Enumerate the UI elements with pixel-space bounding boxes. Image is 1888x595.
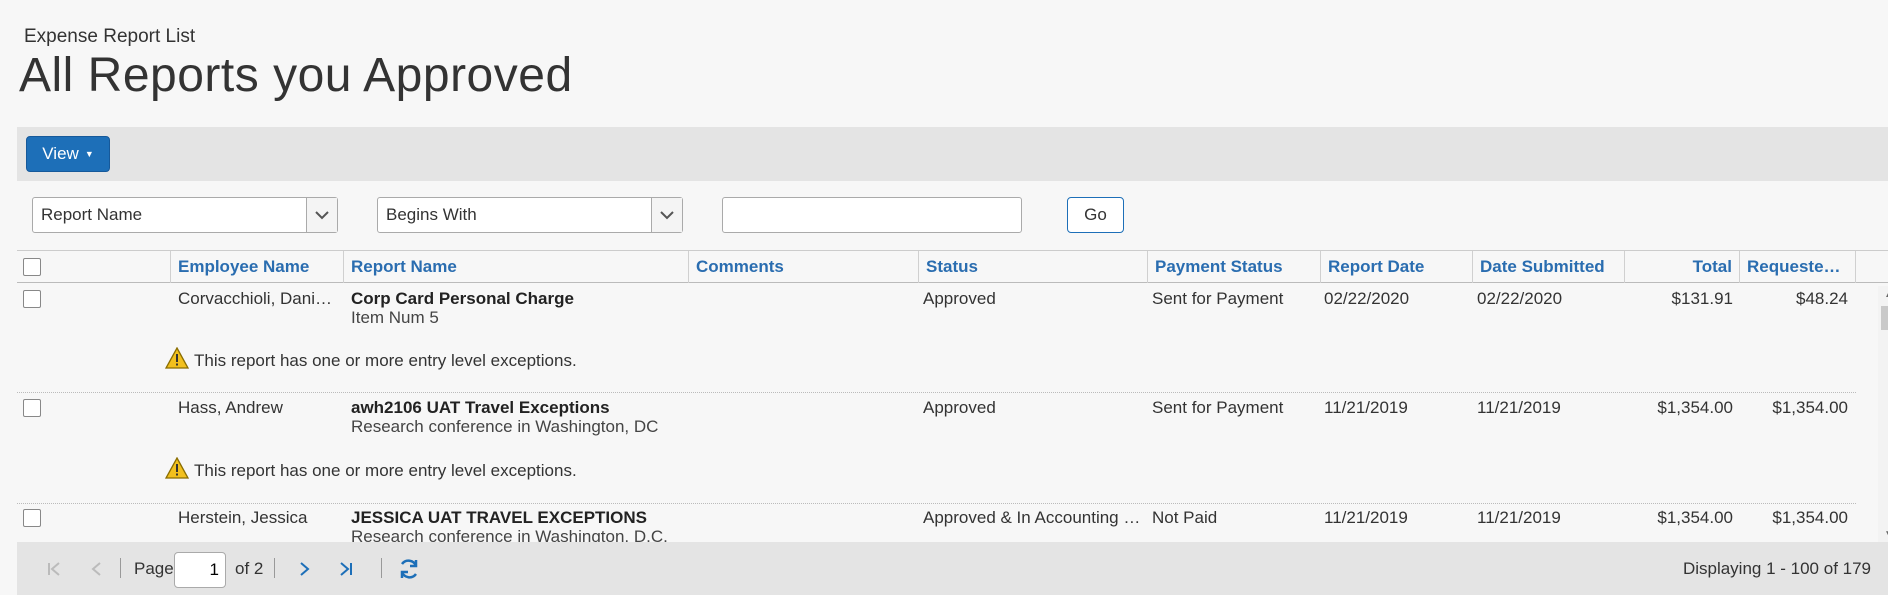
pager-divider: [381, 558, 382, 578]
report-purpose: Item Num 5: [351, 308, 439, 327]
refresh-icon[interactable]: [396, 556, 422, 582]
field-select-value: Report Name: [41, 205, 143, 224]
date-submitted: 02/22/2020: [1477, 289, 1563, 308]
requested: $1,354.00: [1772, 398, 1848, 417]
col-report-name[interactable]: Report Name: [344, 251, 689, 283]
chevron-down-icon[interactable]: [306, 198, 337, 232]
total: $131.91: [1671, 289, 1733, 308]
pagination-bar: Page of 2 Displaying 1 - 100 of 179: [17, 542, 1888, 595]
page-number-input[interactable]: [174, 552, 226, 588]
operator-select-value: Begins With: [386, 205, 477, 224]
exception-text: This report has one or more entry level …: [194, 460, 577, 480]
vertical-scrollbar[interactable]: ▲ ▼: [1878, 286, 1888, 542]
table-row[interactable]: Hass, Andrew awh2106 UAT Travel Exceptio…: [17, 393, 1856, 504]
col-employee-name[interactable]: Employee Name: [171, 251, 344, 283]
go-button[interactable]: Go: [1067, 197, 1124, 233]
employee-name: Hass, Andrew: [178, 398, 283, 417]
page-label: Page: [134, 559, 174, 578]
row-checkbox[interactable]: [23, 399, 41, 417]
col-report-date[interactable]: Report Date: [1321, 251, 1473, 283]
requested: $1,354.00: [1772, 508, 1848, 527]
payment-status: Sent for Payment: [1152, 398, 1284, 417]
view-button[interactable]: View ▼: [26, 136, 110, 172]
col-status[interactable]: Status: [919, 251, 1148, 283]
report-date: 02/22/2020: [1324, 289, 1410, 308]
col-date-submitted[interactable]: Date Submitted: [1473, 251, 1625, 283]
next-page-icon[interactable]: [291, 556, 317, 582]
row-checkbox[interactable]: [23, 509, 41, 527]
row-checkbox[interactable]: [23, 290, 41, 308]
warning-icon: [164, 456, 190, 484]
requested: $48.24: [1796, 289, 1848, 308]
table-row[interactable]: Corvacchioli, Dani… Corp Card Personal C…: [17, 283, 1856, 393]
exception-message: This report has one or more entry level …: [164, 346, 577, 374]
exception-text: This report has one or more entry level …: [194, 350, 577, 370]
toolbar: View ▼: [17, 127, 1888, 181]
report-purpose: Research conference in Washington, DC: [351, 417, 659, 436]
scroll-down-icon[interactable]: ▼: [1878, 526, 1888, 542]
total: $1,354.00: [1657, 508, 1733, 527]
status: Approved & In Accounting …: [923, 508, 1141, 527]
caret-down-icon: ▼: [84, 149, 94, 159]
search-input[interactable]: [722, 197, 1022, 233]
pager-divider: [274, 558, 275, 578]
first-page-icon[interactable]: [41, 556, 67, 582]
page-count-label: of 2: [235, 559, 264, 578]
page-subtitle: Expense Report List: [24, 26, 196, 47]
report-name-link[interactable]: awh2106 UAT Travel Exceptions: [351, 398, 681, 418]
date-submitted: 11/21/2019: [1477, 398, 1561, 417]
view-button-label: View: [42, 144, 79, 163]
col-payment-status[interactable]: Payment Status: [1148, 251, 1321, 283]
report-purpose: Research conference in Washington, D.C.: [351, 527, 668, 542]
report-grid: Employee Name Report Name Comments Statu…: [17, 250, 1888, 542]
previous-page-icon[interactable]: [84, 556, 110, 582]
scroll-thumb[interactable]: [1881, 306, 1888, 330]
report-name-link[interactable]: JESSICA UAT TRAVEL EXCEPTIONS: [351, 508, 681, 528]
displaying-count: Displaying 1 - 100 of 179: [1682, 559, 1871, 578]
date-submitted: 11/21/2019: [1477, 508, 1561, 527]
chevron-down-icon[interactable]: [651, 198, 682, 232]
table-row[interactable]: Herstein, Jessica JESSICA UAT TRAVEL EXC…: [17, 504, 1856, 542]
page-title: All Reports you Approved: [19, 49, 573, 102]
employee-name: Corvacchioli, Dani…: [178, 289, 332, 308]
status: Approved: [923, 398, 996, 417]
report-date: 11/21/2019: [1324, 398, 1408, 417]
col-total[interactable]: Total: [1625, 251, 1740, 283]
field-select[interactable]: Report Name: [32, 197, 338, 233]
payment-status: Not Paid: [1152, 508, 1218, 527]
report-date: 11/21/2019: [1324, 508, 1408, 527]
select-all-checkbox[interactable]: [23, 258, 41, 276]
report-name-link[interactable]: Corp Card Personal Charge: [351, 289, 681, 309]
select-all-header: [17, 251, 171, 283]
status: Approved: [923, 289, 996, 308]
exception-message: This report has one or more entry level …: [164, 456, 577, 484]
last-page-icon[interactable]: [333, 556, 359, 582]
employee-name: Herstein, Jessica: [178, 508, 308, 527]
payment-status: Sent for Payment: [1152, 289, 1284, 308]
grid-header: Employee Name Report Name Comments Statu…: [17, 250, 1888, 283]
operator-select[interactable]: Begins With: [377, 197, 683, 233]
col-requested[interactable]: Requeste…: [1740, 251, 1856, 283]
scroll-up-icon[interactable]: ▲: [1878, 286, 1888, 302]
total: $1,354.00: [1657, 398, 1733, 417]
col-comments[interactable]: Comments: [689, 251, 919, 283]
filter-bar: Report Name Begins With Go: [0, 196, 1888, 236]
pager-divider: [120, 558, 121, 578]
warning-icon: [164, 346, 190, 374]
